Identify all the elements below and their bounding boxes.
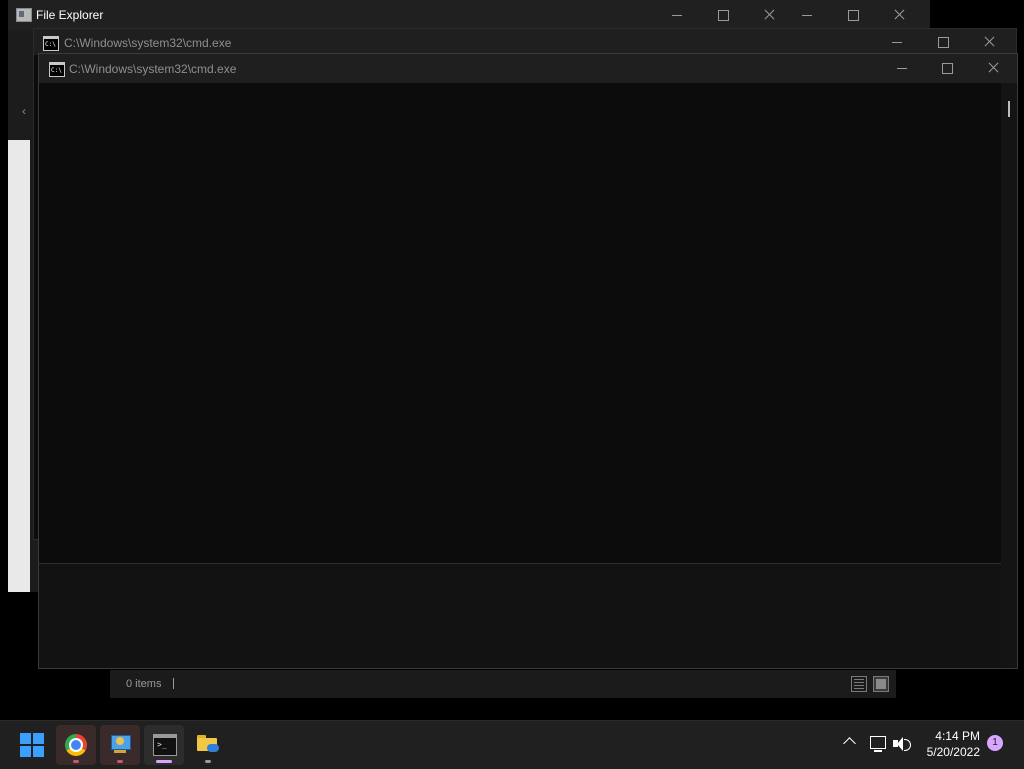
volume-icon[interactable] xyxy=(893,736,911,752)
running-indicator xyxy=(205,760,211,763)
large-icons-view-icon[interactable] xyxy=(873,676,889,692)
taskbar-chrome[interactable] xyxy=(56,725,96,765)
maximize-button[interactable] xyxy=(932,56,962,80)
minimize-button[interactable] xyxy=(882,30,912,54)
cmd-window-front[interactable]: C:\ C:\Windows\system32\cmd.exe xyxy=(38,53,1018,669)
vertical-scrollbar[interactable] xyxy=(1001,83,1017,668)
maximize-button[interactable] xyxy=(928,30,958,54)
minimize-button[interactable] xyxy=(792,3,822,27)
background-window-titlebar[interactable] xyxy=(792,0,922,30)
file-explorer-icon xyxy=(197,735,219,752)
status-separator xyxy=(173,678,174,689)
network-icon[interactable] xyxy=(870,736,886,752)
terminal-icon xyxy=(153,734,177,756)
maximize-button[interactable] xyxy=(838,3,868,27)
chrome-icon xyxy=(65,734,87,756)
back-arrow-icon[interactable]: ‹ xyxy=(22,104,26,118)
start-button[interactable] xyxy=(12,725,52,765)
cmd-front-titlebar[interactable]: C:\ C:\Windows\system32\cmd.exe xyxy=(39,54,1017,83)
cmd-icon: C:\ xyxy=(49,62,65,77)
windows-start-icon xyxy=(20,733,44,757)
cmd-icon: C:\ xyxy=(43,36,59,51)
taskbar-command-prompt[interactable] xyxy=(144,725,184,765)
file-explorer-icon xyxy=(16,8,32,22)
cmd-front-title: C:\Windows\system32\cmd.exe xyxy=(69,62,237,76)
close-button[interactable] xyxy=(754,3,784,27)
close-button[interactable] xyxy=(974,30,1004,54)
running-indicator xyxy=(117,760,123,763)
explorer-title: File Explorer xyxy=(36,8,104,22)
navigation-pane xyxy=(8,140,30,592)
maximize-button[interactable] xyxy=(708,3,738,27)
details-view-icon[interactable] xyxy=(851,676,867,692)
clock-date[interactable]: 5/20/2022 xyxy=(914,745,980,759)
cmd-back-titlebar[interactable]: C:\ C:\Windows\system32\cmd.exe xyxy=(34,29,1016,55)
taskbar-file-explorer[interactable] xyxy=(188,725,228,765)
console-lower-area[interactable] xyxy=(39,564,1001,668)
minimize-button[interactable] xyxy=(662,3,692,27)
scrollbar-thumb[interactable] xyxy=(1008,101,1010,117)
close-button[interactable] xyxy=(884,3,914,27)
minimize-button[interactable] xyxy=(887,56,917,80)
running-indicator xyxy=(73,760,79,763)
cmd-back-title: C:\Windows\system32\cmd.exe xyxy=(64,36,232,50)
clock-time[interactable]: 4:14 PM xyxy=(920,729,980,743)
notification-badge[interactable]: 1 xyxy=(987,735,1003,751)
close-button[interactable] xyxy=(978,56,1008,80)
explorer-status-bar: 0 items xyxy=(110,670,896,698)
control-panel-icon xyxy=(109,733,131,755)
active-indicator xyxy=(156,760,172,763)
item-count: 0 items xyxy=(126,678,162,690)
console-output-area[interactable] xyxy=(39,83,1001,563)
taskbar-control-panel[interactable] xyxy=(100,725,140,765)
